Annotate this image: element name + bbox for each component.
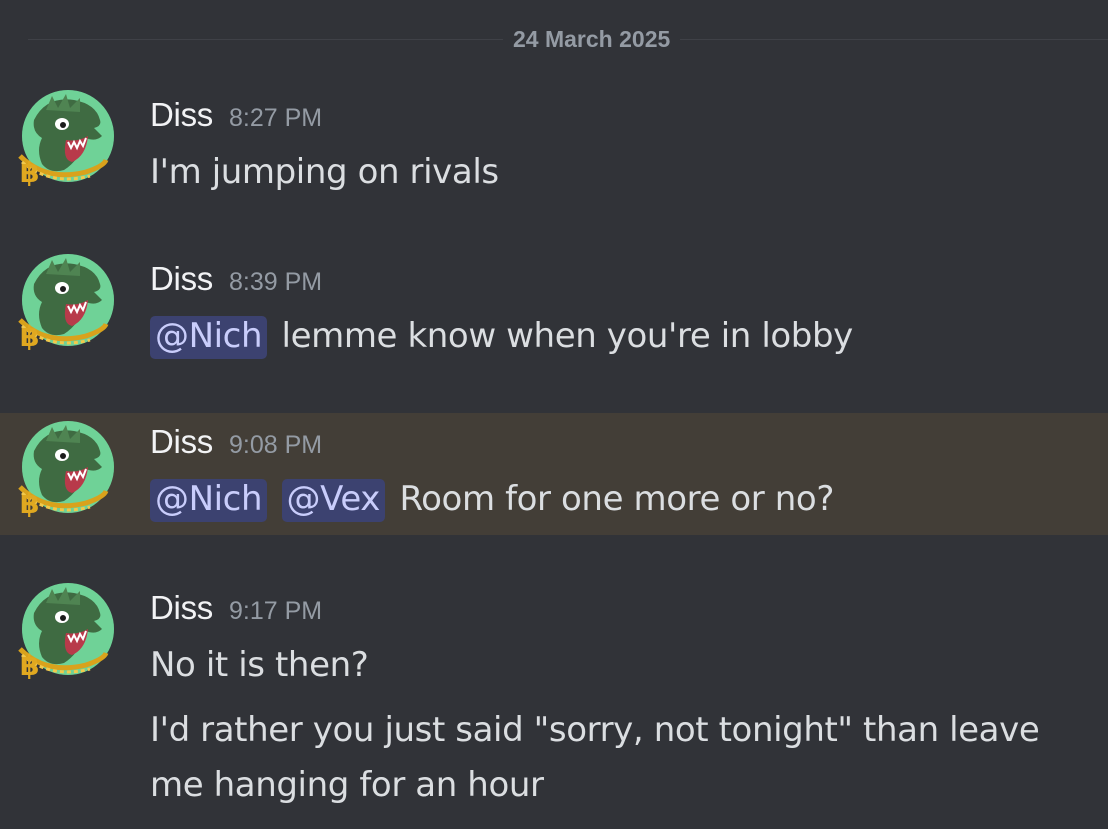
message-header: Diss 8:39 PM [150,260,322,298]
message: ฿ Diss 8:27 PM I'm jumping on rivals [0,86,1108,196]
user-mention[interactable]: @Nich [150,479,268,522]
avatar-icon[interactable]: ฿ [16,90,116,186]
message-text: lemme know when you're in lobby [281,316,854,356]
avatar-icon[interactable]: ฿ [16,421,116,517]
user-mention[interactable]: @Nich [150,316,268,359]
message-text: Room for one more or no? [399,479,834,519]
avatar-icon[interactable]: ฿ [16,583,116,679]
svg-text:฿: ฿ [20,156,39,186]
timestamp[interactable]: 8:39 PM [229,268,322,296]
timestamp[interactable]: 8:27 PM [229,104,322,132]
message-text: me hanging for an hour [150,765,544,805]
message-text-line: @Nich @Vex Room for one more or no? [150,479,834,522]
date-divider-label: 24 March 2025 [503,24,681,54]
message-header: Diss 9:17 PM [150,589,322,627]
chat-log: 24 March 2025 ฿ Diss 8:27 PM I'm jumping … [0,0,1108,829]
svg-text:฿: ฿ [20,487,39,517]
message-text: No it is then? [150,645,369,685]
avatar-icon[interactable]: ฿ [16,254,116,350]
user-mention[interactable]: @Vex [281,479,386,522]
message-highlighted: ฿ Diss 9:08 PM @Nich @Vex Room for one mo… [0,413,1108,535]
svg-text:฿: ฿ [20,649,39,679]
timestamp[interactable]: 9:17 PM [229,597,322,625]
timestamp[interactable]: 9:08 PM [229,431,322,459]
svg-text:฿: ฿ [20,320,39,350]
username[interactable]: Diss [150,260,213,297]
username[interactable]: Diss [150,423,213,460]
message-text-line: @Nich lemme know when you're in lobby [150,316,854,359]
username[interactable]: Diss [150,589,213,626]
message-text: I'm jumping on rivals [150,152,499,192]
message-header: Diss 8:27 PM [150,96,322,134]
message: ฿ Diss 9:17 PM No it is then? I'd rather … [0,579,1108,829]
message: ฿ Diss 8:39 PM @Nich lemme know when you'… [0,250,1108,360]
message-text: I'd rather you just said "sorry, not ton… [150,710,1040,750]
message-header: Diss 9:08 PM [150,423,322,461]
username[interactable]: Diss [150,96,213,133]
